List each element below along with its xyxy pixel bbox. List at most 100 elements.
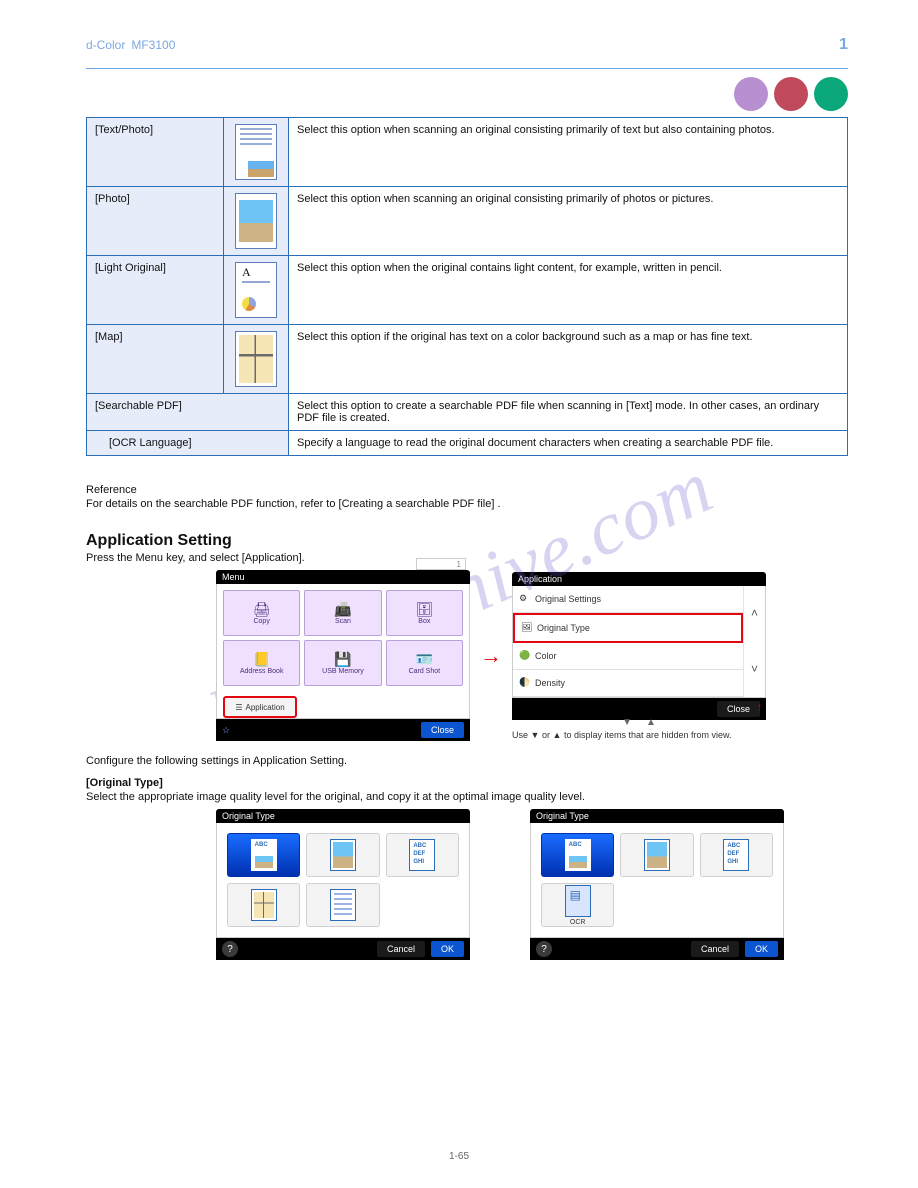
row-thumb: [224, 187, 289, 256]
ot-tile-text[interactable]: [386, 833, 459, 877]
row-desc: Select this option when the original con…: [289, 256, 848, 325]
star-icon[interactable]: ☆: [222, 725, 230, 736]
scroll-down-icon[interactable]: ˅: [743, 641, 765, 697]
list-icon: [235, 703, 245, 712]
section-title: Application Setting: [86, 532, 848, 550]
menu-footer: ☆ Close: [216, 719, 470, 741]
ot-tile-textphoto[interactable]: [541, 833, 614, 877]
menu-tile-box[interactable]: Box: [386, 590, 463, 636]
list-item-original-type[interactable]: 🖼Original Type: [513, 613, 743, 643]
menu-tile-scan[interactable]: Scan: [304, 590, 381, 636]
tile-label: Card Shot: [409, 668, 441, 675]
close-button[interactable]: Close: [421, 722, 464, 738]
scroll-up-icon[interactable]: ˄: [743, 586, 765, 642]
image-type-table: [Text/Photo] Select this option when sca…: [86, 117, 848, 456]
list-item-label: Original Type: [537, 623, 590, 633]
row-label: [Map]: [87, 325, 224, 394]
ot-tile-photo[interactable]: [306, 833, 379, 877]
right-arrow-icon: →: [480, 643, 502, 669]
thumb-textphoto-icon: [235, 124, 277, 180]
step1-figures: 1 Menu Copy Scan Box Address Book USB Me…: [216, 570, 848, 741]
page-header: d-Color MF3100 1: [86, 36, 848, 54]
chevron-up-icon: ▲: [646, 717, 656, 728]
menu-tile-addr[interactable]: Address Book: [223, 640, 300, 686]
footer: ? Cancel OK: [216, 938, 470, 960]
textphoto-icon: [565, 839, 591, 871]
row-label: [Light Original]: [87, 256, 224, 325]
scroll-hint: ▼ ▲: [512, 717, 766, 728]
menu-body: Copy Scan Box Address Book USB Memory Ca…: [216, 584, 470, 719]
tile-label: Scan: [335, 618, 351, 625]
menu-tile-usb[interactable]: USB Memory: [304, 640, 381, 686]
density-icon: 🌓: [519, 677, 535, 688]
scrollbar[interactable]: ˄ ˅: [743, 586, 765, 697]
ot-tile-ocr[interactable]: OCR: [541, 883, 614, 927]
ot-tile-light[interactable]: [306, 883, 379, 927]
application-button[interactable]: Application: [223, 696, 297, 718]
photo-icon: [644, 839, 670, 871]
row-thumb: [224, 325, 289, 394]
cancel-button[interactable]: Cancel: [377, 941, 425, 957]
page: manualshive.com d-Color MF3100 1 [Text/P…: [0, 0, 918, 1188]
note-body: For details on the searchable PDF functi…: [86, 498, 848, 510]
list-item-label: Original Settings: [535, 594, 601, 604]
ot-tile-textphoto[interactable]: [227, 833, 300, 877]
ot-tile-text[interactable]: [700, 833, 773, 877]
textphoto-icon: [251, 839, 277, 871]
original-type-screen-b: Original Type OCR ? Cancel: [530, 809, 784, 960]
row-desc: Select this option if the original has t…: [289, 325, 848, 394]
dot-purple: [734, 77, 768, 111]
section-step2: Configure the following settings in Appl…: [86, 755, 848, 767]
list-item-label: Color: [535, 651, 557, 661]
text-icon: [409, 839, 435, 871]
ocr-icon: [565, 885, 591, 917]
scan-icon: [334, 601, 351, 618]
row-label: [OCR Language]: [87, 431, 289, 456]
footer: ? Cancel OK: [530, 938, 784, 960]
row-thumb: [224, 118, 289, 187]
ot-tile-map[interactable]: [227, 883, 300, 927]
ot-desc: Select the appropriate image quality lev…: [86, 791, 848, 803]
box-icon: [415, 601, 433, 618]
help-icon[interactable]: ?: [536, 941, 552, 957]
table-row: [Map] Select this option if the original…: [87, 325, 848, 394]
close-button[interactable]: Close: [717, 701, 760, 717]
title-text: Menu: [222, 572, 245, 582]
table-row: [Searchable PDF] Select this option to c…: [87, 394, 848, 431]
cancel-button[interactable]: Cancel: [691, 941, 739, 957]
copy-counter: 1: [416, 558, 466, 570]
row-desc: Select this option when scanning an orig…: [289, 118, 848, 187]
table-row: [OCR Language] Specify a language to rea…: [87, 431, 848, 456]
titlebar: Original Type: [530, 809, 784, 823]
ok-button[interactable]: OK: [745, 941, 778, 957]
titlebar: Menu: [216, 570, 470, 584]
ot-tile-photo[interactable]: [620, 833, 693, 877]
ot-body: OCR: [530, 823, 784, 938]
menu-tile-card[interactable]: Card Shot: [386, 640, 463, 686]
breadcrumb-right: MF3100: [131, 38, 175, 52]
row-desc: Select this option to create a searchabl…: [289, 394, 848, 431]
row-desc: Select this option when scanning an orig…: [289, 187, 848, 256]
addressbook-icon: [253, 651, 270, 668]
settings-icon: ⚙: [519, 593, 535, 604]
card-icon: [416, 651, 433, 668]
thumb-photo-icon: [235, 193, 277, 249]
tile-label: Address Book: [240, 668, 284, 675]
application-list-screenshot: Application ⚙Original Settings 🖼Original…: [512, 572, 766, 740]
tile-label: USB Memory: [322, 668, 364, 675]
original-type-screen-a: Original Type ? Cancel OK: [216, 809, 470, 960]
list-item[interactable]: 🟢Color: [513, 643, 743, 670]
doc-icon: 🖼: [521, 622, 537, 633]
tile-label: Box: [418, 618, 430, 625]
menu-tile-copy[interactable]: Copy: [223, 590, 300, 636]
ok-button[interactable]: OK: [431, 941, 464, 957]
row-desc: Specify a language to read the original …: [289, 431, 848, 456]
title-text: Original Type: [536, 811, 589, 821]
ot-figures: Original Type ? Cancel OK: [216, 809, 848, 960]
help-icon[interactable]: ?: [222, 941, 238, 957]
thumb-map-icon: [235, 331, 277, 387]
app-list-body: ⚙Original Settings 🖼Original Type 🟢Color…: [512, 586, 766, 698]
list-item[interactable]: 🌓Density: [513, 670, 743, 697]
list-item[interactable]: ⚙Original Settings: [513, 586, 743, 613]
app-button-label: Application: [246, 703, 285, 712]
